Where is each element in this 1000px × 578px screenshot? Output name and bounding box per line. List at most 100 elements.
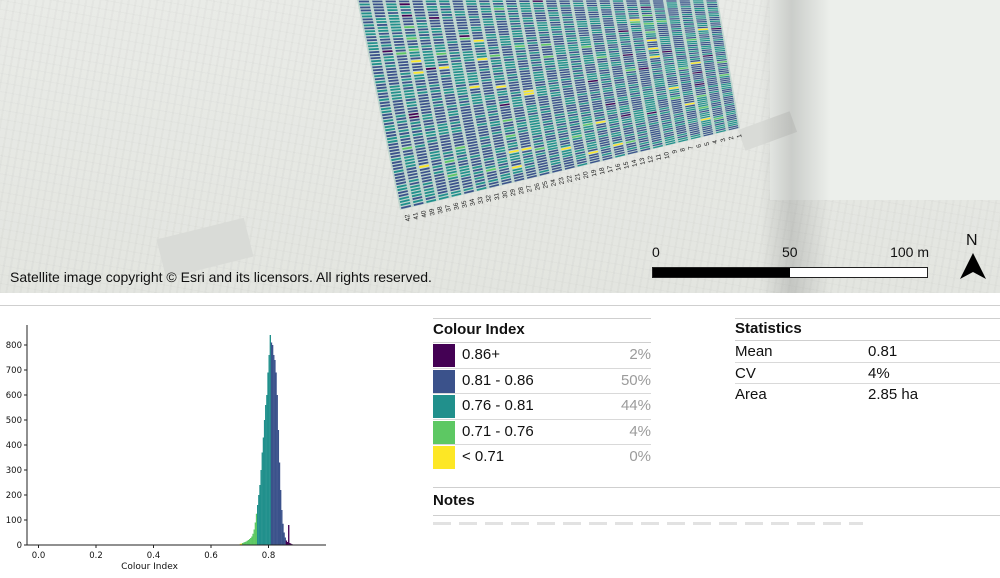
plot-cell — [615, 15, 626, 17]
plot-cell — [519, 2, 531, 5]
plot-cell — [374, 12, 385, 15]
plot-cell — [679, 2, 691, 4]
plot-cell — [706, 2, 717, 4]
row-label: 28 — [517, 186, 525, 195]
histogram-bar — [277, 430, 280, 545]
plot-cell — [679, 0, 690, 2]
plot-cell — [639, 0, 650, 2]
row-label: 13 — [639, 157, 647, 166]
legend-swatch — [433, 395, 455, 418]
plot-cell — [452, 3, 464, 5]
row-label: 4 — [712, 139, 720, 144]
row-label: 18 — [598, 166, 606, 175]
plot-cell — [444, 27, 455, 30]
plot-cell — [375, 18, 387, 21]
plot-cell — [470, 24, 481, 26]
histogram-chart: 0 100 200 300 400 500 600 700 800 0.0 0.2 0.4 0.6 0.8… — [6, 325, 326, 572]
row-label: 17 — [606, 164, 614, 173]
plot-cell — [480, 8, 491, 10]
map-view[interactable]: 42 41 40 39 38 37 36 35 34 33 32 31 30 29 28 27 26 25 24 23… — [0, 0, 1000, 293]
plot-cell — [708, 11, 719, 13]
plot-cell — [548, 14, 559, 17]
plot-cell — [480, 5, 491, 8]
plot-cell — [574, 11, 586, 14]
histogram-bar — [273, 355, 275, 545]
legend-swatch — [433, 369, 455, 393]
plot-cell — [388, 15, 399, 17]
legend-percent: 50% — [620, 371, 651, 389]
plot-cell — [404, 26, 415, 29]
plot-cell — [599, 0, 610, 2]
plot-cell — [455, 13, 466, 16]
y-tick-label: 0 — [17, 541, 22, 551]
plot-cell — [706, 0, 717, 2]
plot-cell — [667, 6, 678, 8]
plot-cell — [614, 11, 626, 13]
legend-percent: 2% — [629, 346, 651, 363]
plot-cell — [614, 9, 625, 11]
plot-cell — [492, 3, 504, 5]
plot-cell — [481, 10, 492, 13]
plot-cell — [667, 8, 678, 10]
stat-row-area: Area 2.85 ha — [735, 384, 1000, 406]
plot-cell — [535, 17, 547, 19]
plot-cell — [639, 2, 651, 4]
plot-cell — [402, 20, 414, 23]
histogram-bar — [270, 342, 273, 545]
histogram-bar — [247, 540, 250, 545]
histogram-bar — [278, 462, 281, 545]
histogram-bar — [253, 529, 255, 545]
plot-cell — [559, 0, 570, 2]
plot-cell — [386, 3, 397, 6]
plot-cell — [400, 6, 411, 8]
y-tick-label: 200 — [6, 491, 22, 501]
legend-label: 0.86+ — [462, 346, 500, 363]
plot-cell — [706, 4, 718, 6]
row-label: 10 — [663, 151, 671, 160]
histogram-bar — [269, 335, 271, 545]
x-tick-label: 0.0 — [32, 551, 46, 561]
plot-cell — [414, 11, 425, 14]
plot-cell — [560, 5, 571, 7]
plot-cell — [536, 22, 548, 24]
plot-cell — [376, 23, 388, 26]
plot-cell — [545, 0, 557, 2]
plot-cell — [506, 3, 517, 5]
plot-cell — [680, 4, 691, 6]
plot-cell — [440, 8, 451, 11]
legend-item: 0.76 - 0.81 44% — [433, 394, 651, 420]
plot-cell — [561, 9, 572, 12]
plot-cell — [389, 17, 400, 20]
plot-cell — [640, 4, 651, 6]
plot-cell — [561, 14, 573, 16]
plot-cell — [587, 7, 598, 9]
plot-cell — [427, 8, 438, 11]
plot-cell — [692, 0, 704, 2]
legend-swatch — [433, 344, 455, 367]
plot-cell — [668, 12, 679, 14]
y-tick-label: 800 — [6, 341, 22, 351]
plot-cell — [467, 11, 479, 13]
row-label: 14 — [631, 159, 639, 168]
stat-row-mean: Mean 0.81 — [735, 341, 1000, 363]
plot-cell — [693, 2, 704, 4]
plot-cell — [430, 22, 441, 25]
stats-title: Statistics — [735, 320, 802, 337]
legend-item: 0.71 - 0.76 4% — [433, 420, 651, 445]
histogram-bar — [246, 540, 248, 545]
y-tick-label: 400 — [6, 441, 22, 451]
scale-fill — [653, 268, 790, 277]
row-label: 11 — [655, 153, 663, 161]
plot-cell — [586, 4, 598, 7]
legend-item: 0.81 - 0.86 50% — [433, 369, 651, 394]
plot-cell — [641, 8, 652, 10]
plot-cell — [442, 19, 454, 22]
north-label: N — [966, 232, 978, 249]
plot-cell — [443, 24, 455, 27]
row-label: 38 — [436, 205, 444, 214]
histogram-bar — [248, 539, 251, 545]
plot-cell — [561, 12, 572, 14]
plot-cell — [401, 11, 412, 14]
histogram-bar — [271, 345, 274, 545]
histogram-bar — [251, 536, 253, 545]
